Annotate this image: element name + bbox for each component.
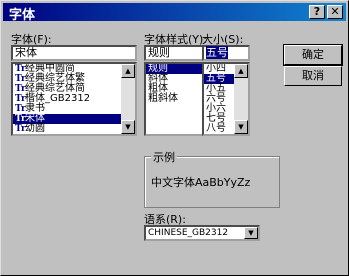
- size-input-value: 五号: [206, 46, 228, 59]
- truetype-icon: Tr: [15, 114, 26, 124]
- sample-text: 中文字体AaBbYyZz: [151, 176, 251, 189]
- size-list[interactable]: 小四 五号 小五 六号 小六 七号 八号 ▲ ▼: [202, 62, 250, 136]
- truetype-icon: Tr: [15, 84, 26, 94]
- truetype-icon: Tr: [15, 74, 26, 84]
- title-bar[interactable]: 字体 ? ✕: [3, 3, 346, 23]
- style-input[interactable]: 规则: [144, 45, 210, 61]
- scroll-up-icon[interactable]: ▲: [121, 64, 135, 78]
- chevron-down-icon[interactable]: ▼: [244, 227, 258, 239]
- scroll-up-icon[interactable]: ▲: [234, 64, 248, 78]
- scroll-down-icon[interactable]: ▼: [234, 120, 248, 134]
- font-list-item-label: 幼圆: [25, 123, 45, 134]
- size-input[interactable]: 五号: [202, 45, 250, 61]
- font-dialog: 字体 ? ✕ 字体(F): 宋体 Tr经典中圆简 Tr经典综艺体繁 Tr经典综艺体简…: [0, 0, 349, 276]
- sample-label: 示例: [151, 149, 177, 165]
- font-list-rows: Tr经典中圆简 Tr经典综艺体繁 Tr经典综艺体简 Tr楷体_GB2312 Tr隶书 Tr…: [13, 64, 135, 134]
- script-value: CHINESE_GB2312: [148, 228, 229, 238]
- script-select[interactable]: CHINESE_GB2312 ▼: [144, 225, 260, 241]
- font-list-item[interactable]: Tr幼圆: [13, 123, 135, 135]
- size-list-scrollbar[interactable]: ▲ ▼: [234, 64, 248, 134]
- scroll-down-icon[interactable]: ▼: [121, 120, 135, 134]
- close-button[interactable]: ✕: [327, 5, 343, 19]
- dialog-title: 字体: [9, 8, 36, 23]
- truetype-icon: Tr: [15, 64, 26, 74]
- font-list[interactable]: Tr经典中圆简 Tr经典综艺体繁 Tr经典综艺体简 Tr楷体_GB2312 Tr隶书 Tr…: [11, 62, 137, 136]
- style-list[interactable]: 规则 斜体 粗体 粗斜体: [144, 62, 210, 136]
- ok-button[interactable]: 确定: [283, 44, 343, 66]
- truetype-icon: Tr: [15, 124, 26, 134]
- font-list-scrollbar[interactable]: ▲ ▼: [121, 64, 135, 134]
- style-list-item[interactable]: 粗斜体: [146, 94, 208, 104]
- cancel-button[interactable]: 取消: [284, 66, 342, 86]
- help-button[interactable]: ?: [309, 5, 325, 19]
- truetype-icon: Tr: [15, 104, 26, 114]
- font-name-input[interactable]: 宋体: [11, 45, 137, 61]
- truetype-icon: Tr: [15, 94, 26, 104]
- style-list-rows: 规则 斜体 粗体 粗斜体: [146, 64, 208, 104]
